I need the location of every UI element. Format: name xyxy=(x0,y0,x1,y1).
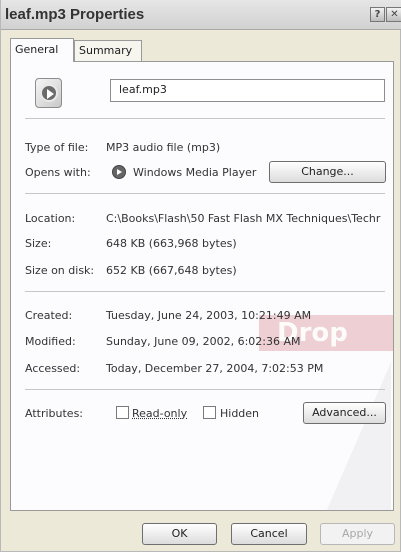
separator xyxy=(25,193,385,194)
tab-summary[interactable]: Summary xyxy=(74,40,142,61)
advanced-button[interactable]: Advanced... xyxy=(303,402,386,424)
windows-media-player-icon xyxy=(112,165,126,179)
mp3-file-icon xyxy=(35,78,62,108)
change-button[interactable]: Change... xyxy=(269,161,386,183)
hidden-label[interactable]: Hidden xyxy=(220,407,259,420)
separator xyxy=(25,291,385,292)
accessed-label: Accessed: xyxy=(25,362,81,375)
created-value: Tuesday, June 24, 2003, 10:21:49 AM xyxy=(106,309,312,322)
apply-button[interactable]: Apply xyxy=(320,523,395,545)
tab-general[interactable]: General xyxy=(10,38,74,62)
opens-with-value: Windows Media Player xyxy=(133,166,257,179)
ok-button[interactable]: OK xyxy=(142,523,217,545)
accessed-value: Today, December 27, 2004, 7:02:53 PM xyxy=(106,362,324,375)
type-of-file-value: MP3 audio file (mp3) xyxy=(106,141,221,154)
close-button[interactable]: ✕ xyxy=(386,7,401,22)
location-value: C:\Books\Flash\50 Fast Flash MX Techniqu… xyxy=(106,212,381,225)
background-arrow-shape xyxy=(313,362,391,510)
cancel-button[interactable]: Cancel xyxy=(231,523,307,545)
size-label: Size: xyxy=(25,237,52,250)
attributes-label: Attributes: xyxy=(25,407,84,420)
general-panel: Drop leaf.mp3 Type of file: MP3 audio fi… xyxy=(10,61,394,511)
size-on-disk-value: 652 KB (667,648 bytes) xyxy=(106,264,237,277)
help-button[interactable]: ? xyxy=(370,7,385,22)
location-label: Location: xyxy=(25,212,76,225)
file-name-input[interactable]: leaf.mp3 xyxy=(110,79,385,102)
type-of-file-label: Type of file: xyxy=(25,141,89,154)
read-only-checkbox[interactable] xyxy=(116,406,129,419)
hidden-checkbox[interactable] xyxy=(203,406,216,419)
size-value: 648 KB (663,968 bytes) xyxy=(106,237,237,250)
read-only-label[interactable]: Read-only xyxy=(132,407,187,420)
modified-label: Modified: xyxy=(25,335,76,348)
size-on-disk-label: Size on disk: xyxy=(25,264,95,277)
tab-strip: General Summary xyxy=(8,38,394,62)
window-title: leaf.mp3 Properties xyxy=(5,6,145,23)
opens-with-label: Opens with: xyxy=(25,166,91,179)
modified-value: Sunday, June 09, 2002, 6:02:36 AM xyxy=(106,335,301,348)
title-bar[interactable]: leaf.mp3 Properties ? ✕ xyxy=(1,0,401,30)
created-label: Created: xyxy=(25,309,73,322)
separator xyxy=(25,389,385,390)
properties-dialog: leaf.mp3 Properties ? ✕ General Summary … xyxy=(0,0,401,552)
separator xyxy=(25,118,385,119)
